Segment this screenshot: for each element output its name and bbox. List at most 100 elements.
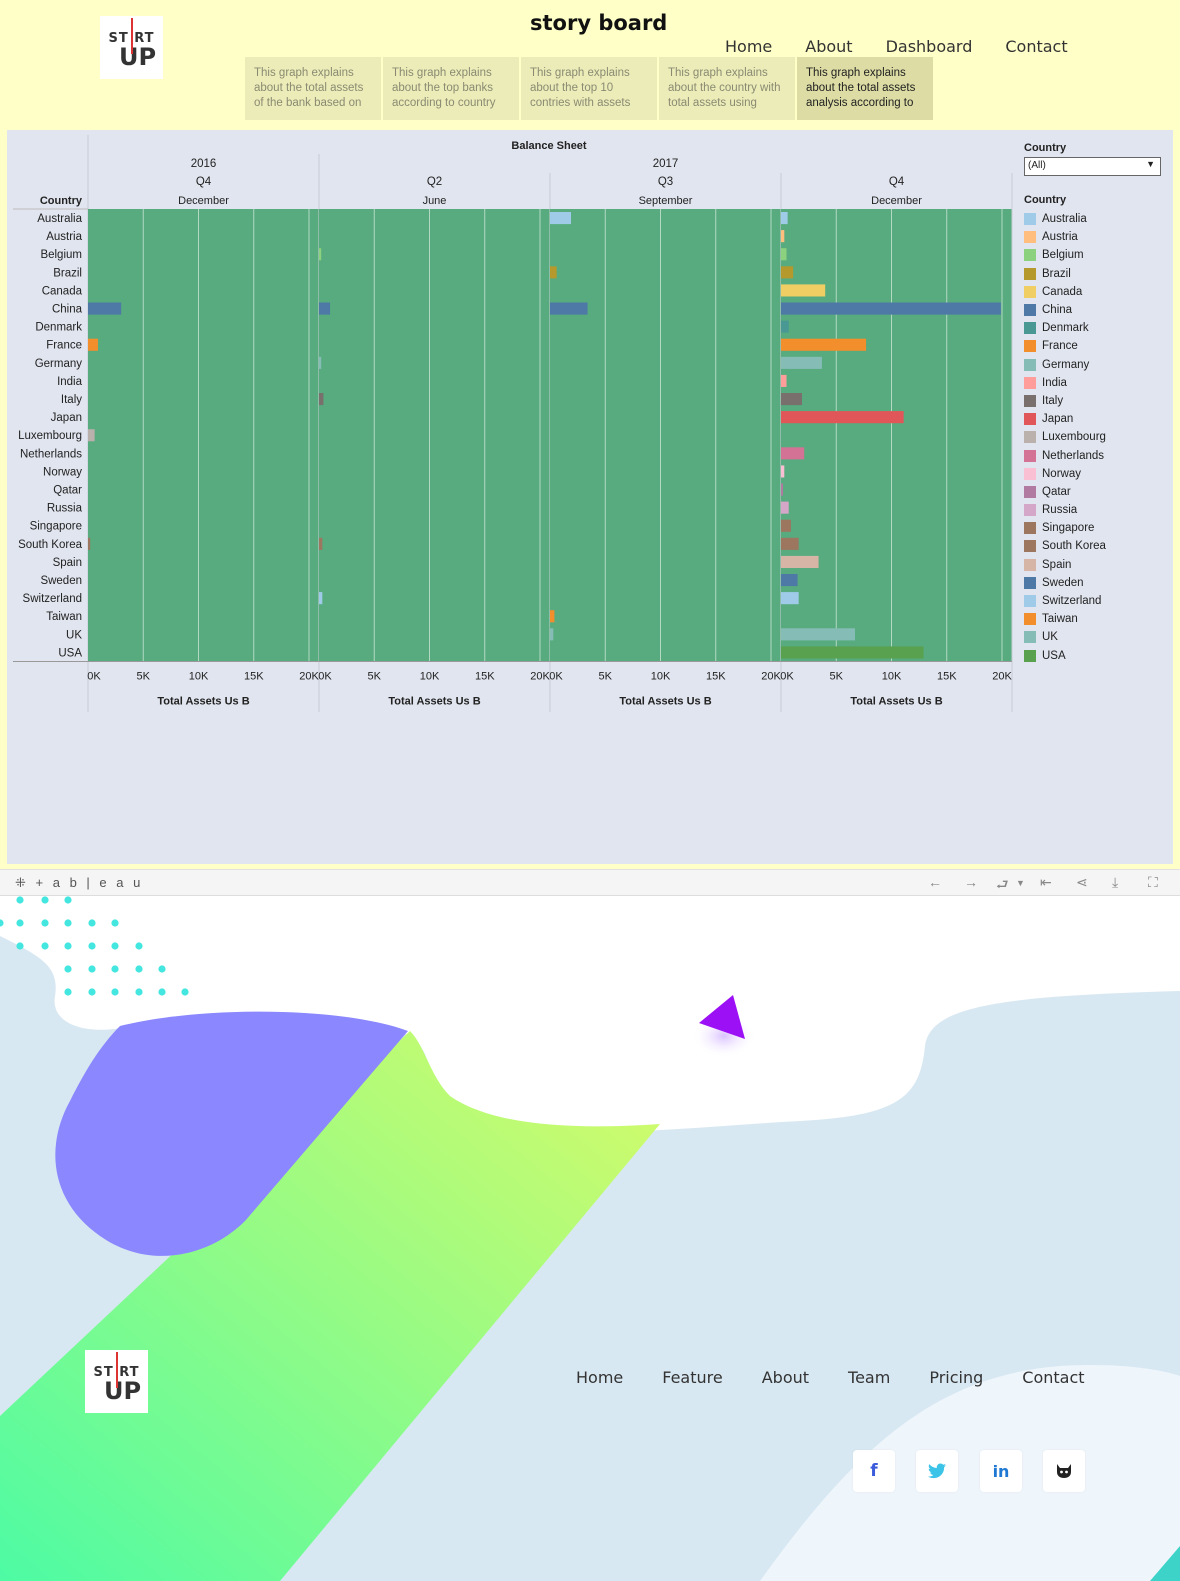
- story-point-3[interactable]: This graph explains about the top 10 con…: [521, 57, 657, 120]
- bar: [550, 628, 554, 641]
- legend-label: Qatar: [1042, 485, 1071, 498]
- footer-nav-home[interactable]: Home: [576, 1368, 623, 1387]
- legend-label: China: [1042, 304, 1073, 317]
- decor-dot: [88, 965, 96, 973]
- legend-item[interactable]: Spain: [1024, 556, 1169, 574]
- legend-label: Switzerland: [1042, 595, 1102, 608]
- category-label: Canada: [42, 285, 83, 297]
- story-point-4[interactable]: This graph explains about the country wi…: [659, 57, 795, 120]
- quarter-header: Q3: [658, 176, 673, 188]
- story-point-5-active[interactable]: This graph explains about the total asse…: [797, 57, 933, 120]
- x-axis-title: Total Assets Us B: [619, 696, 711, 708]
- revert-dropdown-icon[interactable]: ▼: [1016, 878, 1025, 888]
- legend-item[interactable]: France: [1024, 337, 1169, 355]
- nav-contact[interactable]: Contact: [1005, 37, 1067, 56]
- legend-item[interactable]: Japan: [1024, 410, 1169, 428]
- bar: [550, 302, 588, 315]
- footer-nav-contact[interactable]: Contact: [1022, 1368, 1084, 1387]
- fullscreen-icon[interactable]: ⛶: [1148, 874, 1158, 891]
- legend-item[interactable]: UK: [1024, 628, 1169, 646]
- footer-logo[interactable]: ST RT UP: [85, 1350, 148, 1413]
- category-label: Japan: [51, 412, 82, 424]
- legend-item[interactable]: South Korea: [1024, 537, 1169, 555]
- x-tick-label: 10K: [882, 671, 902, 683]
- legend-item[interactable]: Luxembourg: [1024, 428, 1169, 446]
- x-tick-label: 10K: [420, 671, 440, 683]
- legend-swatch: [1024, 431, 1036, 444]
- legend-item[interactable]: Qatar: [1024, 483, 1169, 501]
- legend-label: Austria: [1042, 231, 1078, 244]
- legend-label: USA: [1042, 649, 1066, 662]
- revert-icon[interactable]: ⮐: [996, 874, 1009, 898]
- legend-label: Russia: [1042, 504, 1078, 517]
- legend-item[interactable]: Sweden: [1024, 574, 1169, 592]
- legend-item[interactable]: Italy: [1024, 392, 1169, 410]
- redo-icon[interactable]: →: [964, 874, 978, 890]
- legend-swatch: [1024, 358, 1036, 371]
- undo-icon[interactable]: ←: [928, 874, 942, 890]
- filter-value: (All): [1028, 160, 1046, 171]
- legend-swatch: [1024, 467, 1036, 480]
- country-filter-dropdown[interactable]: (All) ▼: [1024, 157, 1161, 176]
- bar: [319, 537, 323, 550]
- legend-swatch: [1024, 613, 1036, 626]
- legend-item[interactable]: Germany: [1024, 356, 1169, 374]
- story-point-1[interactable]: This graph explains about the total asse…: [245, 57, 381, 120]
- category-label: Australia: [37, 213, 82, 225]
- twitter-button[interactable]: [916, 1450, 958, 1492]
- startup-logo[interactable]: ST RT UP: [100, 16, 163, 79]
- bar: [781, 284, 826, 297]
- panel-background: [319, 209, 550, 662]
- legend-item[interactable]: Taiwan: [1024, 610, 1169, 628]
- legend-item[interactable]: Austria: [1024, 228, 1169, 246]
- footer-logo-text-bottom: UP: [103, 1376, 142, 1405]
- footer-nav-team[interactable]: Team: [848, 1368, 890, 1387]
- category-label: India: [57, 376, 83, 388]
- legend-item[interactable]: Russia: [1024, 501, 1169, 519]
- quarter-header: Q4: [196, 176, 212, 188]
- legend-item[interactable]: Norway: [1024, 465, 1169, 483]
- legend-label: Australia: [1042, 213, 1087, 226]
- footer-nav-feature[interactable]: Feature: [662, 1368, 722, 1387]
- legend-item[interactable]: USA: [1024, 647, 1169, 665]
- x-tick-label: 0K: [318, 671, 332, 683]
- linkedin-button[interactable]: in: [980, 1450, 1022, 1492]
- legend-item[interactable]: Netherlands: [1024, 446, 1169, 464]
- github-button[interactable]: [1043, 1450, 1085, 1492]
- legend-item[interactable]: Singapore: [1024, 519, 1169, 537]
- bar: [550, 212, 571, 225]
- legend-swatch: [1024, 285, 1036, 298]
- month-header: September: [639, 195, 693, 207]
- legend-item[interactable]: Brazil: [1024, 265, 1169, 283]
- bar: [781, 465, 785, 478]
- nav-dashboard[interactable]: Dashboard: [886, 37, 973, 56]
- category-label: Sweden: [40, 575, 82, 587]
- bar: [550, 610, 555, 623]
- legend-item[interactable]: Belgium: [1024, 246, 1169, 264]
- footer-nav-pricing[interactable]: Pricing: [929, 1368, 983, 1387]
- reset-icon[interactable]: ⇤: [1040, 874, 1052, 891]
- nav-home[interactable]: Home: [725, 37, 772, 56]
- category-label: Norway: [43, 466, 82, 478]
- legend-item[interactable]: Switzerland: [1024, 592, 1169, 610]
- tableau-brand-text: + a b | e a u: [35, 875, 144, 890]
- download-icon[interactable]: ⤓: [1112, 874, 1118, 891]
- legend-item[interactable]: India: [1024, 374, 1169, 392]
- legend-item[interactable]: China: [1024, 301, 1169, 319]
- footer-nav-about[interactable]: About: [762, 1368, 809, 1387]
- share-icon[interactable]: ⋖: [1076, 874, 1088, 891]
- x-tick-label: 5K: [137, 671, 151, 683]
- story-point-2[interactable]: This graph explains about the top banks …: [383, 57, 519, 120]
- tableau-logo[interactable]: ⁜ + a b | e a u: [15, 875, 143, 891]
- bar: [319, 248, 322, 261]
- nav-about[interactable]: About: [805, 37, 852, 56]
- category-label: Singapore: [30, 521, 82, 533]
- legend-item[interactable]: Denmark: [1024, 319, 1169, 337]
- legend-item[interactable]: Canada: [1024, 283, 1169, 301]
- bar: [781, 212, 788, 225]
- decor-dot: [88, 942, 96, 950]
- legend-item[interactable]: Australia: [1024, 210, 1169, 228]
- category-label: USA: [58, 647, 82, 659]
- facebook-button[interactable]: f: [853, 1450, 895, 1492]
- story-point-tabs: This graph explains about the total asse…: [245, 57, 933, 120]
